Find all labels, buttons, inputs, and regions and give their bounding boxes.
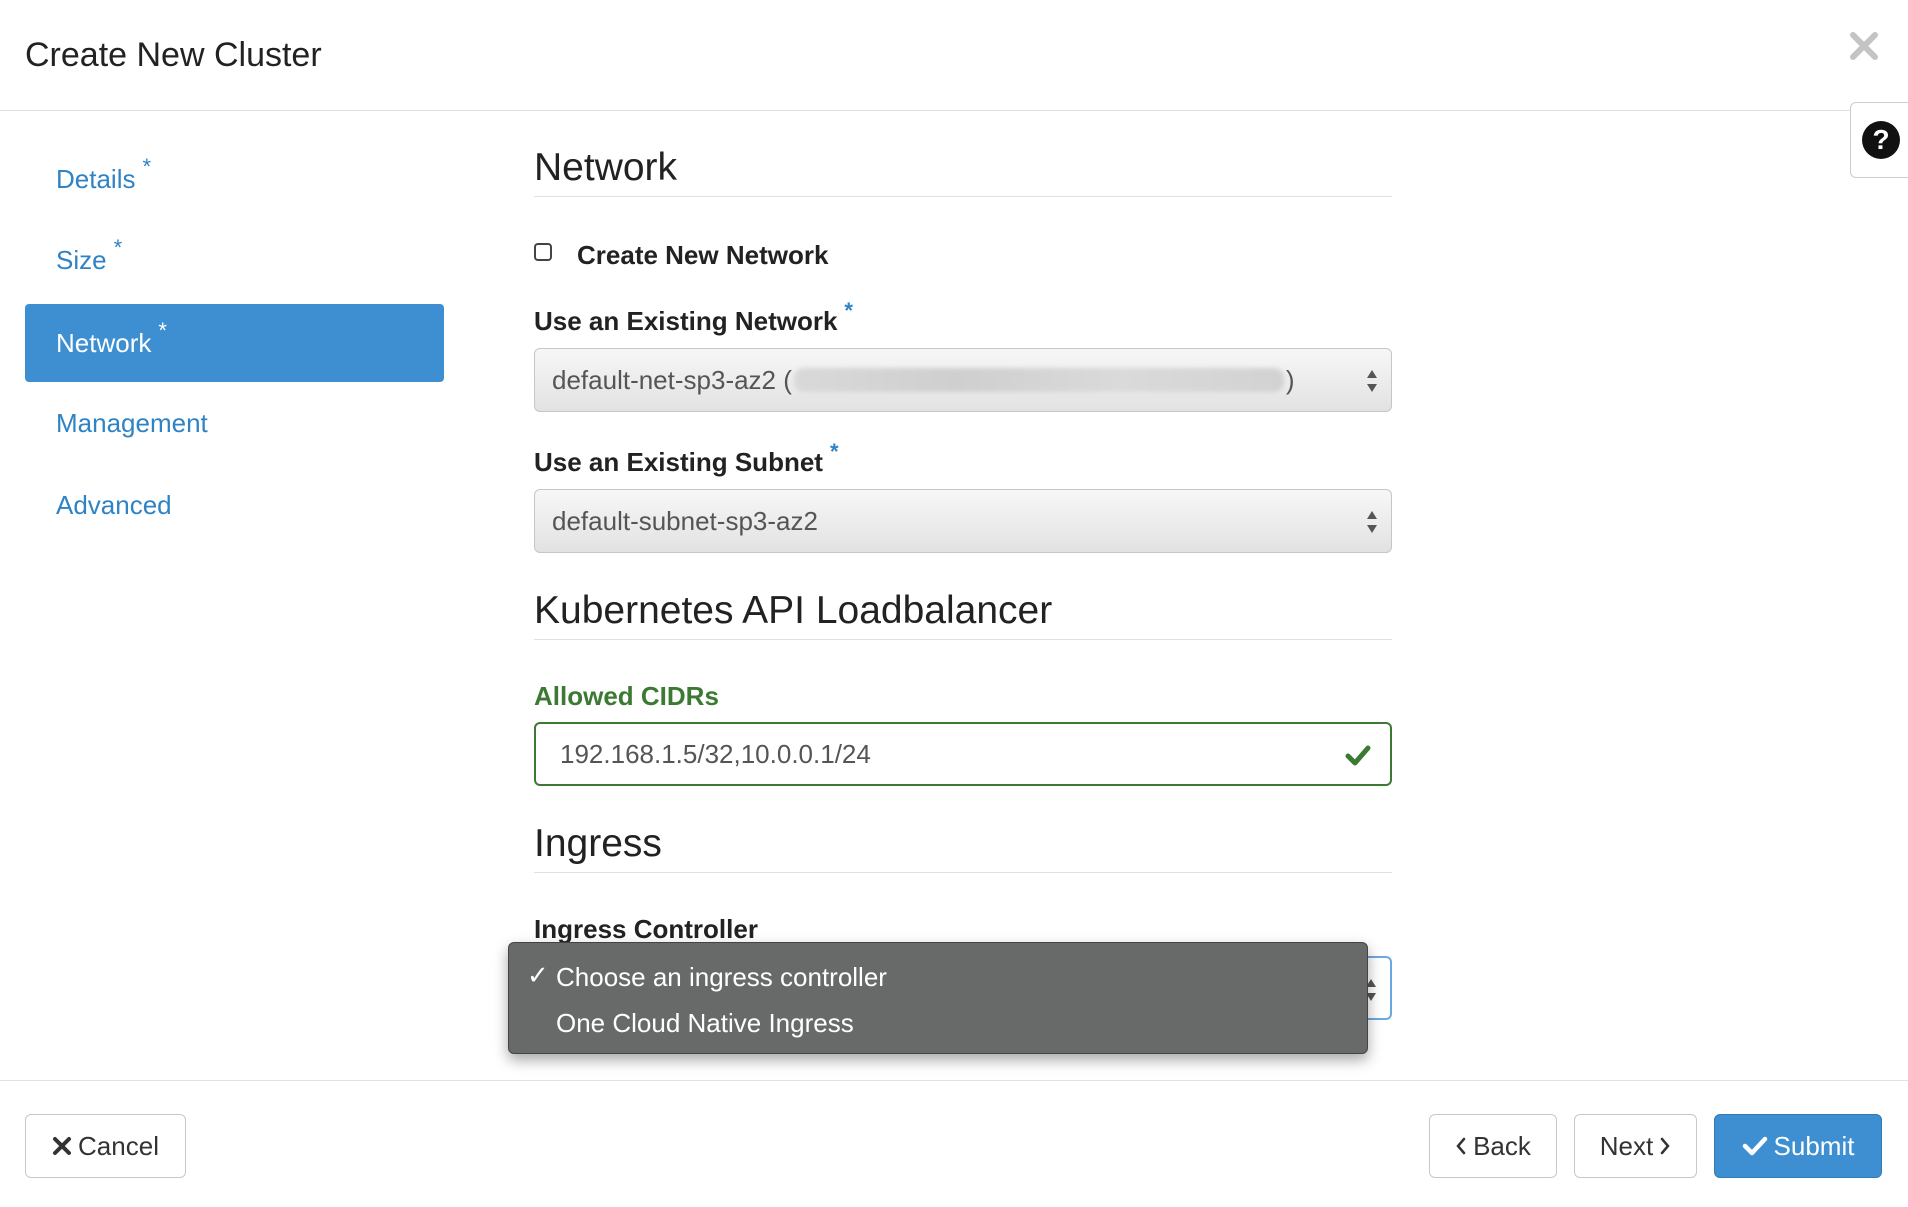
dialog-footer: Cancel Back Next Submit: [0, 1080, 1908, 1207]
create-new-network-checkbox[interactable]: [534, 243, 552, 261]
sidebar-item-management[interactable]: Management: [25, 384, 444, 462]
allowed-cidrs-value: 192.168.1.5/32,10.0.0.1/24: [560, 738, 871, 769]
dialog-title: Create New Cluster: [25, 36, 322, 74]
existing-network-label-text: Use an Existing Network: [534, 306, 838, 336]
sidebar-item-details[interactable]: Details *: [25, 140, 444, 218]
loadbalancer-heading: Kubernetes API Loadbalancer: [534, 589, 1392, 640]
select-arrows-icon: [1367, 511, 1377, 533]
existing-network-value-prefix: default-net-sp3-az2 (: [552, 364, 792, 395]
sidebar-item-network[interactable]: Network *: [25, 304, 444, 382]
existing-subnet-label: Use an Existing Subnet *: [534, 439, 839, 478]
sidebar-item-label: Network: [56, 327, 152, 358]
cancel-label: Cancel: [78, 1130, 159, 1161]
ingress-controller-label: Ingress Controller: [534, 914, 758, 944]
chevron-right-icon: [1660, 1137, 1670, 1155]
checkmark-icon: ✓: [527, 960, 549, 990]
check-icon: [1742, 1136, 1767, 1156]
required-marker: *: [142, 154, 152, 179]
sidebar-item-advanced[interactable]: Advanced: [25, 466, 444, 544]
sidebar-item-size[interactable]: Size *: [25, 221, 444, 299]
required-marker: *: [844, 298, 853, 323]
check-icon: [1345, 745, 1371, 766]
existing-subnet-select[interactable]: default-subnet-sp3-az2: [534, 489, 1392, 553]
dropdown-option[interactable]: Choose an ingress controller: [556, 957, 887, 997]
required-marker: *: [829, 439, 839, 464]
submit-button[interactable]: Submit: [1714, 1114, 1882, 1178]
help-button[interactable]: ?: [1850, 102, 1908, 178]
allowed-cidrs-label: Allowed CIDRs: [534, 681, 719, 711]
network-heading: Network: [534, 146, 1392, 197]
x-icon: [53, 1137, 72, 1155]
select-arrows-icon: [1367, 370, 1377, 392]
next-label: Next: [1599, 1130, 1654, 1161]
ingress-controller-dropdown: ✓ Choose an ingress controller One Cloud…: [508, 942, 1368, 1054]
ingress-heading: Ingress: [534, 822, 1392, 873]
next-button[interactable]: Next: [1574, 1114, 1697, 1178]
cancel-button[interactable]: Cancel: [25, 1114, 186, 1178]
submit-label: Submit: [1773, 1130, 1855, 1161]
back-button[interactable]: Back: [1429, 1114, 1557, 1178]
redacted-network-id: [793, 368, 1284, 392]
svg-text:?: ?: [1872, 124, 1889, 155]
dropdown-option[interactable]: One Cloud Native Ingress: [556, 1003, 854, 1043]
existing-network-select[interactable]: default-net-sp3-az2 (): [534, 348, 1392, 412]
existing-subnet-label-text: Use an Existing Subnet: [534, 447, 823, 477]
existing-subnet-value: default-subnet-sp3-az2: [552, 505, 818, 536]
close-icon[interactable]: [1848, 30, 1880, 62]
sidebar-item-label: Advanced: [56, 489, 172, 520]
allowed-cidrs-input[interactable]: 192.168.1.5/32,10.0.0.1/24: [534, 722, 1392, 786]
create-new-network-label: Create New Network: [577, 240, 829, 270]
sidebar-item-label: Management: [56, 407, 208, 438]
sidebar-item-label: Details: [56, 163, 136, 194]
required-marker: *: [158, 318, 167, 343]
dialog-header: Create New Cluster: [0, 0, 1908, 111]
required-marker: *: [113, 235, 123, 260]
sidebar-item-label: Size: [56, 244, 107, 275]
existing-network-label: Use an Existing Network *: [534, 298, 853, 337]
chevron-left-icon: [1456, 1137, 1466, 1155]
existing-network-value-suffix: ): [1285, 364, 1295, 395]
question-circle-icon: ?: [1862, 121, 1900, 159]
back-label: Back: [1473, 1130, 1531, 1161]
